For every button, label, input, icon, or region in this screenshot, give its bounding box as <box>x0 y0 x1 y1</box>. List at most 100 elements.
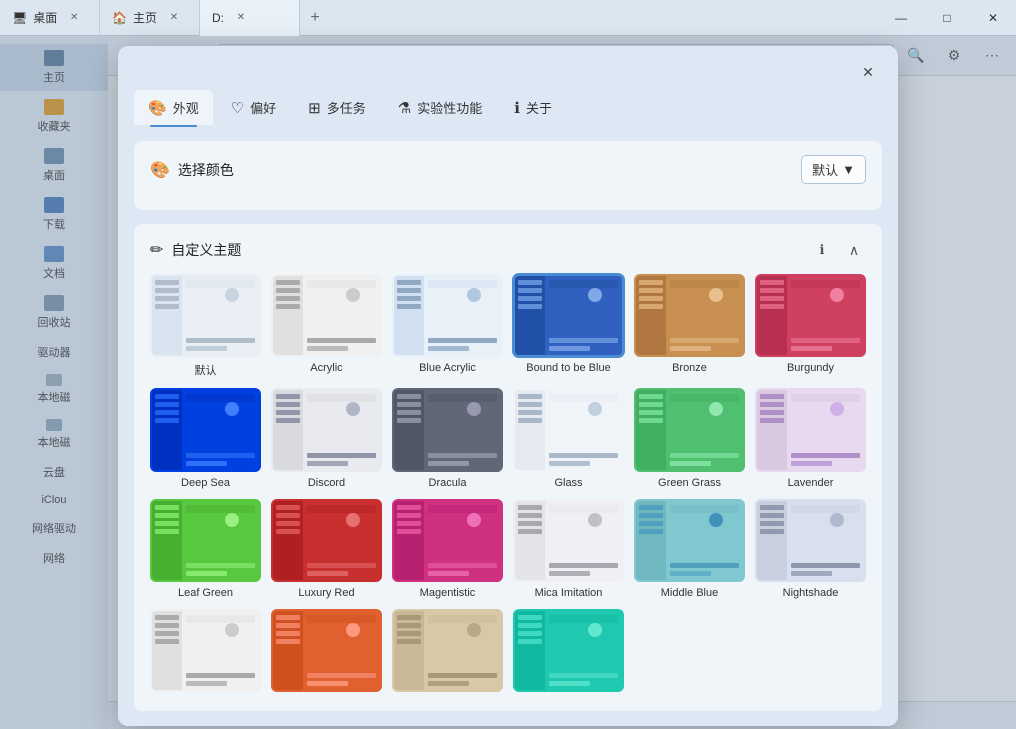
theme-item[interactable]: Bronze <box>634 274 745 378</box>
mini-content <box>307 516 376 576</box>
mini-avatar <box>709 513 723 527</box>
tab-preferences[interactable]: ♡ 偏好 <box>217 90 290 125</box>
close-desktop-tab[interactable]: ✕ <box>67 11 81 25</box>
theme-name: Middle Blue <box>661 587 718 599</box>
mini-sidebar-item <box>276 615 300 620</box>
mini-sidebar-item <box>639 280 663 285</box>
experimental-tab-icon: ⚗ <box>398 99 411 117</box>
chevron-down-icon: ▼ <box>842 162 855 177</box>
theme-item[interactable]: Deep Sea <box>150 388 261 488</box>
mini-sidebar-item <box>518 615 542 620</box>
mini-sidebar-item <box>639 296 663 301</box>
mini-main <box>182 611 259 690</box>
theme-item[interactable]: Luxury Red <box>271 499 382 599</box>
mini-line-2 <box>307 571 348 576</box>
mini-topbar <box>307 615 376 623</box>
mini-sidebar-item <box>518 521 542 526</box>
mini-sidebar-item <box>276 304 300 309</box>
theme-item[interactable] <box>150 609 261 697</box>
mini-sidebar-item <box>639 521 663 526</box>
theme-item[interactable] <box>392 609 503 697</box>
mini-content <box>549 291 618 351</box>
theme-item[interactable]: Nightshade <box>755 499 866 599</box>
mini-line-1 <box>670 563 739 568</box>
mini-sidebar-item <box>397 513 421 518</box>
theme-item[interactable]: Acrylic <box>271 274 382 378</box>
mini-main <box>182 276 259 355</box>
taskbar-tab-desktop[interactable]: 🖥 桌面 ✕ <box>0 0 100 36</box>
theme-item[interactable] <box>271 609 382 697</box>
mini-sidebar-item <box>518 280 542 285</box>
mini-content <box>186 291 255 351</box>
about-tab-icon: ℹ <box>514 99 520 117</box>
mini-avatar <box>830 513 844 527</box>
mini-sidebar <box>394 611 424 690</box>
mini-sidebar-item <box>397 529 421 534</box>
mini-sidebar-item <box>760 521 784 526</box>
mini-avatar <box>467 623 481 637</box>
new-tab-button[interactable]: + <box>300 3 330 33</box>
mini-sidebar-item <box>639 418 663 423</box>
close-d-tab[interactable]: ✕ <box>234 11 248 25</box>
mini-sidebar-item <box>518 639 542 644</box>
close-button[interactable]: ✕ <box>970 0 1016 36</box>
dialog-close-button[interactable]: ✕ <box>854 58 882 86</box>
theme-item[interactable]: Leaf Green <box>150 499 261 599</box>
theme-name: Bound to be Blue <box>526 362 610 374</box>
theme-item[interactable] <box>513 609 624 697</box>
mini-sidebar-item <box>760 394 784 399</box>
tab-about[interactable]: ℹ 关于 <box>500 90 566 125</box>
mini-topbar <box>670 505 739 513</box>
mini-content <box>307 291 376 351</box>
mini-main <box>787 276 864 355</box>
mini-sidebar <box>152 390 182 469</box>
close-home-tab[interactable]: ✕ <box>167 11 181 25</box>
theme-item[interactable]: Discord <box>271 388 382 488</box>
mini-sidebar-item <box>155 296 179 301</box>
theme-item[interactable]: Middle Blue <box>634 499 745 599</box>
dialog-overlay: ✕ 🎨 外观 ♡ 偏好 ⊞ 多任务 ⚗ 实验性功能 ℹ 关于 <box>0 36 1016 729</box>
theme-item[interactable]: Lavender <box>755 388 866 488</box>
color-section: 🎨 选择颜色 默认 ▼ <box>134 141 882 210</box>
mini-main <box>787 390 864 469</box>
tab-experimental[interactable]: ⚗ 实验性功能 <box>384 90 496 125</box>
mini-avatar <box>467 288 481 302</box>
theme-item[interactable]: Magentistic <box>392 499 503 599</box>
theme-item[interactable]: Mica Imitation <box>513 499 624 599</box>
theme-item[interactable]: 默认 <box>150 274 261 378</box>
mini-sidebar-item <box>397 304 421 309</box>
taskbar-tab-d[interactable]: D: ✕ <box>200 0 300 36</box>
theme-item[interactable]: Dracula <box>392 388 503 488</box>
mini-sidebar <box>152 501 182 580</box>
mini-sidebar-item <box>276 623 300 628</box>
mini-avatar <box>346 288 360 302</box>
mini-sidebar <box>273 611 303 690</box>
mini-line-2 <box>791 461 832 466</box>
mini-sidebar-item <box>397 631 421 636</box>
multitask-tab-icon: ⊞ <box>308 99 321 117</box>
minimize-button[interactable]: — <box>878 0 924 36</box>
mini-line-1 <box>307 338 376 343</box>
color-dropdown[interactable]: 默认 ▼ <box>801 155 866 184</box>
theme-item[interactable]: Glass <box>513 388 624 488</box>
theme-item[interactable]: Blue Acrylic <box>392 274 503 378</box>
theme-item[interactable]: Burgundy <box>755 274 866 378</box>
info-button[interactable]: ℹ <box>810 238 834 262</box>
taskbar-tab-home[interactable]: 🏠 主页 ✕ <box>100 0 200 36</box>
mini-sidebar-item <box>639 394 663 399</box>
theme-name: Blue Acrylic <box>419 362 476 374</box>
theme-item[interactable]: Bound to be Blue <box>513 274 624 378</box>
mini-sidebar-item <box>155 394 179 399</box>
tab-multitask[interactable]: ⊞ 多任务 <box>294 90 380 125</box>
mini-sidebar <box>757 390 787 469</box>
mini-sidebar-item <box>518 418 542 423</box>
theme-item[interactable]: Green Grass <box>634 388 745 488</box>
maximize-button[interactable]: □ <box>924 0 970 36</box>
collapse-button[interactable]: ∧ <box>842 238 866 262</box>
mini-sidebar <box>152 276 182 355</box>
mini-avatar <box>588 513 602 527</box>
mini-sidebar-item <box>397 418 421 423</box>
mini-topbar <box>428 505 497 513</box>
mini-sidebar-item <box>518 505 542 510</box>
tab-appearance[interactable]: 🎨 外观 <box>134 90 213 125</box>
